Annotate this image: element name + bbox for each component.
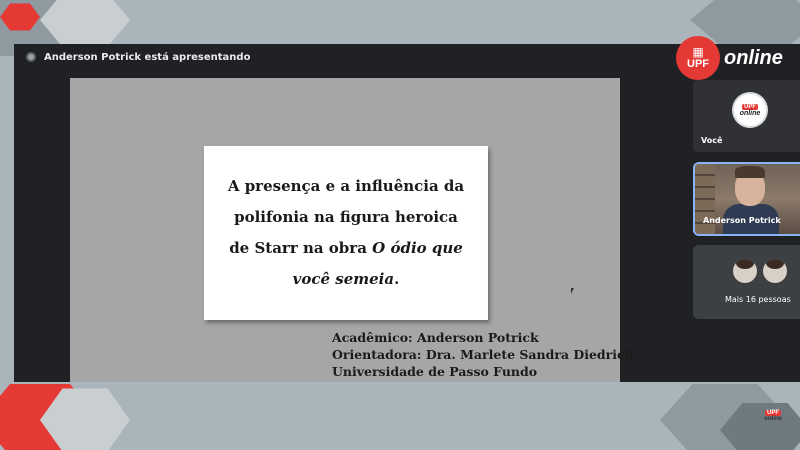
participant-name-anderson: Anderson Potrick (703, 216, 781, 225)
slide-title-italic-1: O ódio que (372, 239, 463, 257)
credit-advisor: Orientadora: Dra. Marlete Sandra Diedric… (332, 347, 634, 362)
participant-avatar (763, 259, 787, 283)
presenter-bar: Anderson Potrick está apresentando (14, 44, 679, 70)
slide-title-line-2: polifonia na figura heroica (234, 208, 458, 226)
upf-badge: ▦ UPF (676, 36, 720, 80)
participant-tile-self[interactable]: UPF online Você (693, 80, 800, 152)
slide-credits: Acadêmico: Anderson Potrick Orientadora:… (332, 329, 634, 380)
participant-name-self: Você (701, 136, 723, 145)
credit-academic: Acadêmico: Anderson Potrick (332, 330, 539, 345)
corner-upf-logo: UPF online (764, 410, 782, 422)
presenter-text: Anderson Potrick está apresentando (44, 51, 251, 63)
bookshelf-background (695, 164, 715, 234)
upf-online-logo: ▦ UPF online (676, 36, 783, 80)
online-wordmark: online (724, 46, 783, 69)
participant-tile-anderson[interactable]: Anderson Potrick (693, 162, 800, 236)
shared-slide: A presença e a influência da polifonia n… (70, 78, 634, 382)
credit-university: Universidade de Passo Fundo (332, 364, 538, 379)
slide-title: A presença e a influência da polifonia n… (216, 171, 476, 295)
self-avatar-logo: UPF online (734, 94, 766, 126)
presenter-avatar-icon (26, 52, 36, 62)
slide-title-line-1: A presença e a influência da (227, 177, 465, 195)
slide-title-italic-2: você semeia (292, 270, 395, 288)
mouse-cursor-icon (571, 288, 574, 294)
slide-title-line-3: de Starr na obra (229, 239, 367, 257)
slide-title-card: A presença e a influência da polifonia n… (204, 146, 488, 320)
cube-icon: ▦ (692, 45, 704, 59)
slide-title-period: . (394, 270, 400, 288)
participant-tile-more[interactable]: Mais 16 pessoas (693, 245, 800, 319)
participant-hair (735, 166, 765, 178)
participant-avatar (733, 259, 757, 283)
more-participants-label: Mais 16 pessoas (725, 295, 791, 304)
